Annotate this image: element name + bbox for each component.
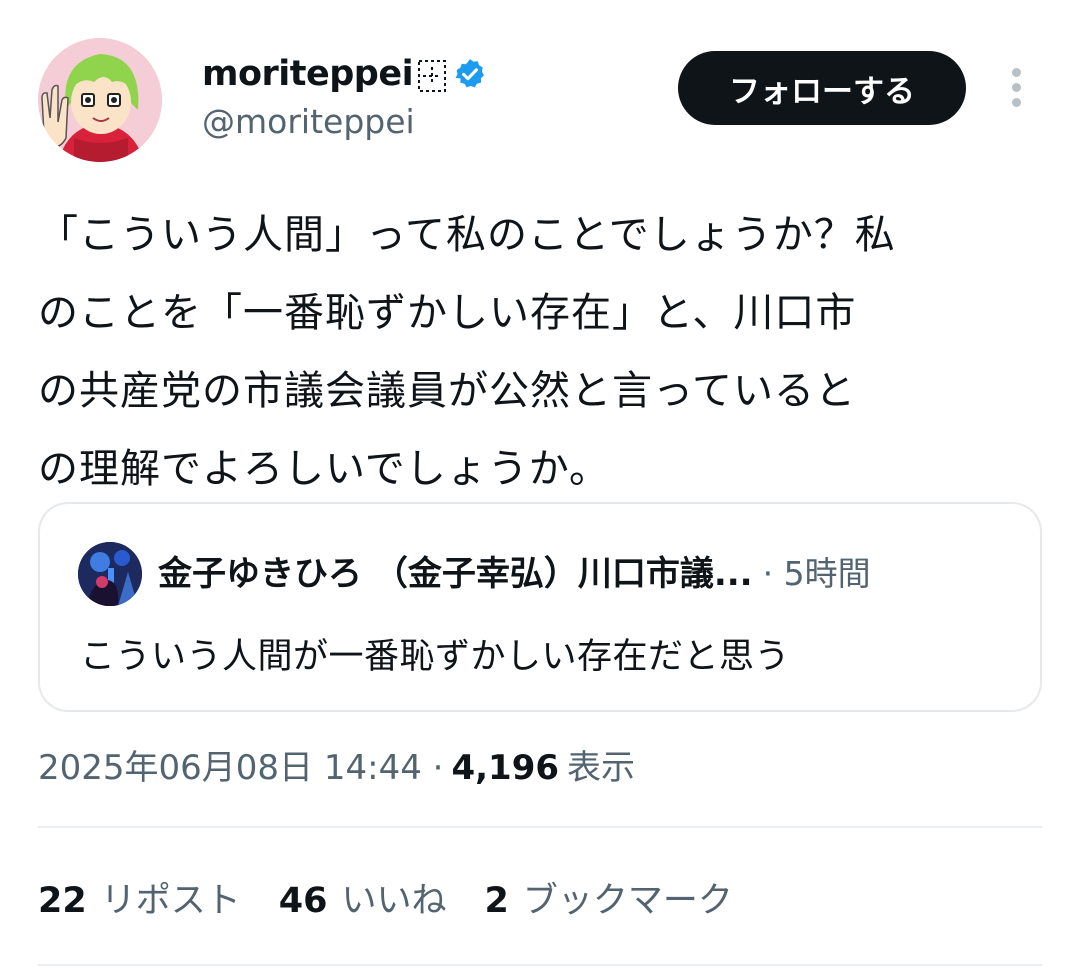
quoted-avatar-photo-icon (78, 542, 142, 606)
anime-avatar-icon (38, 38, 162, 162)
display-name-row[interactable]: moriteppei (202, 52, 487, 96)
quoted-author-name[interactable]: 金子ゆきひろ （金子幸弘）川口市議... (158, 546, 753, 595)
likes-stat[interactable]: 46 いいね (279, 872, 447, 923)
bookmarks-stat[interactable]: 2 ブックマーク (484, 872, 732, 923)
reposts-stat[interactable]: 22 リポスト (38, 872, 241, 923)
quoted-tweet-text: こういう人間が一番恥ずかしい存在だと思う (80, 637, 791, 677)
quoted-tweet-time[interactable]: · 5時間 (763, 547, 871, 595)
likes-label: いいね (341, 881, 447, 921)
quoted-tweet-card[interactable]: 金子ゆきひろ （金子幸弘）川口市議... · 5時間 こういう人間が一番恥ずかし… (38, 502, 1042, 712)
follow-button[interactable]: フォローする (678, 51, 966, 125)
engagement-stats: 22 リポスト 46 いいね 2 ブックマーク (38, 872, 771, 923)
display-name[interactable]: moriteppei (202, 54, 414, 94)
placeholder-glyph-icon (417, 59, 447, 93)
author-avatar[interactable] (38, 38, 162, 162)
quoted-author-avatar[interactable] (78, 542, 142, 606)
author-names: moriteppei @moriteppei (202, 52, 487, 141)
more-options-icon[interactable] (1006, 68, 1026, 110)
bookmarks-label: ブックマーク (522, 881, 733, 921)
tweet-text: 「こういう人間」って私のことでしょうか？私 のことを「一番恥ずかしい存在」と、川… (38, 212, 896, 492)
quoted-tweet-header: 金子ゆきひろ （金子幸弘）川口市議... · 5時間 (158, 546, 871, 595)
likes-count: 46 (278, 881, 328, 921)
reposts-label: リポスト (100, 881, 241, 921)
tweet-timestamp[interactable]: 2025年06月08日 14:44 · (38, 740, 443, 789)
views-label: 表示 (567, 748, 636, 788)
views-count[interactable]: 4,196 (451, 748, 559, 788)
tweet-header: moriteppei @moriteppei フォローする (38, 38, 1042, 163)
tweet-meta: 2025年06月08日 14:44 · 4,196 表示 (38, 740, 635, 789)
divider (38, 964, 1042, 966)
reposts-count: 22 (38, 881, 87, 921)
bookmarks-count: 2 (484, 881, 509, 921)
divider (38, 826, 1042, 828)
verified-badge-icon (453, 57, 487, 91)
author-handle[interactable]: @moriteppei (202, 102, 487, 141)
